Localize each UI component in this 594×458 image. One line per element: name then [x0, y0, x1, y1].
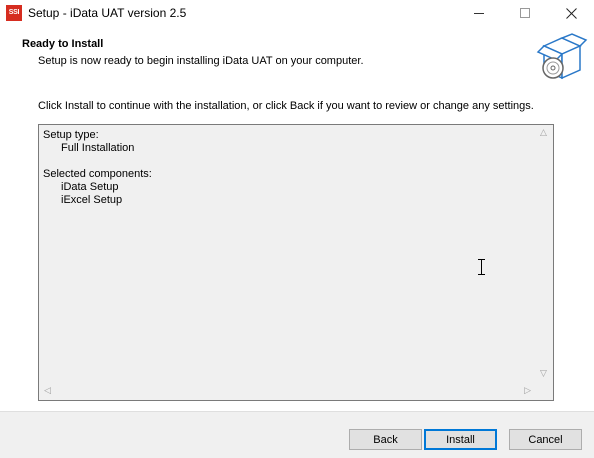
install-box-icon: [536, 33, 588, 80]
scroll-right-icon[interactable]: ▷: [524, 387, 531, 396]
scrollbar-corner: [536, 383, 553, 400]
horizontal-scrollbar[interactable]: ◁ ▷: [39, 383, 536, 400]
minimize-button[interactable]: [456, 0, 502, 26]
title-bar: SSI Setup - iData UAT version 2.5: [0, 0, 594, 26]
setup-type-value: Full Installation: [61, 142, 135, 154]
component-item: iExcel Setup: [61, 194, 123, 206]
scroll-up-icon[interactable]: △: [540, 129, 547, 138]
instruction-text: Click Install to continue with the insta…: [38, 100, 534, 112]
text-cursor-icon: [478, 259, 485, 275]
install-button[interactable]: Install: [424, 429, 497, 450]
maximize-icon: [520, 8, 530, 18]
close-button[interactable]: [548, 0, 594, 26]
scroll-down-icon[interactable]: ▽: [540, 370, 547, 379]
maximize-button[interactable]: [502, 0, 548, 26]
wizard-footer: Back Install Cancel: [0, 411, 594, 458]
cancel-button[interactable]: Cancel: [509, 429, 582, 450]
memo-blank-line: [43, 155, 152, 168]
component-item: iData Setup: [61, 181, 119, 193]
close-icon: [565, 7, 577, 19]
page-title: Ready to Install: [22, 38, 104, 50]
minimize-icon: [474, 12, 484, 14]
scroll-left-icon[interactable]: ◁: [44, 387, 51, 396]
memo-content: Setup type: Full Installation Selected c…: [43, 129, 152, 207]
components-label: Selected components:: [43, 168, 152, 180]
wizard-header: Ready to Install Setup is now ready to b…: [0, 26, 594, 86]
page-subtitle: Setup is now ready to begin installing i…: [38, 55, 364, 67]
window-title: Setup - iData UAT version 2.5: [28, 6, 187, 20]
vertical-scrollbar[interactable]: △ ▽: [536, 125, 553, 383]
back-button[interactable]: Back: [349, 429, 422, 450]
setup-type-label: Setup type:: [43, 129, 99, 141]
app-icon: SSI: [6, 5, 22, 21]
